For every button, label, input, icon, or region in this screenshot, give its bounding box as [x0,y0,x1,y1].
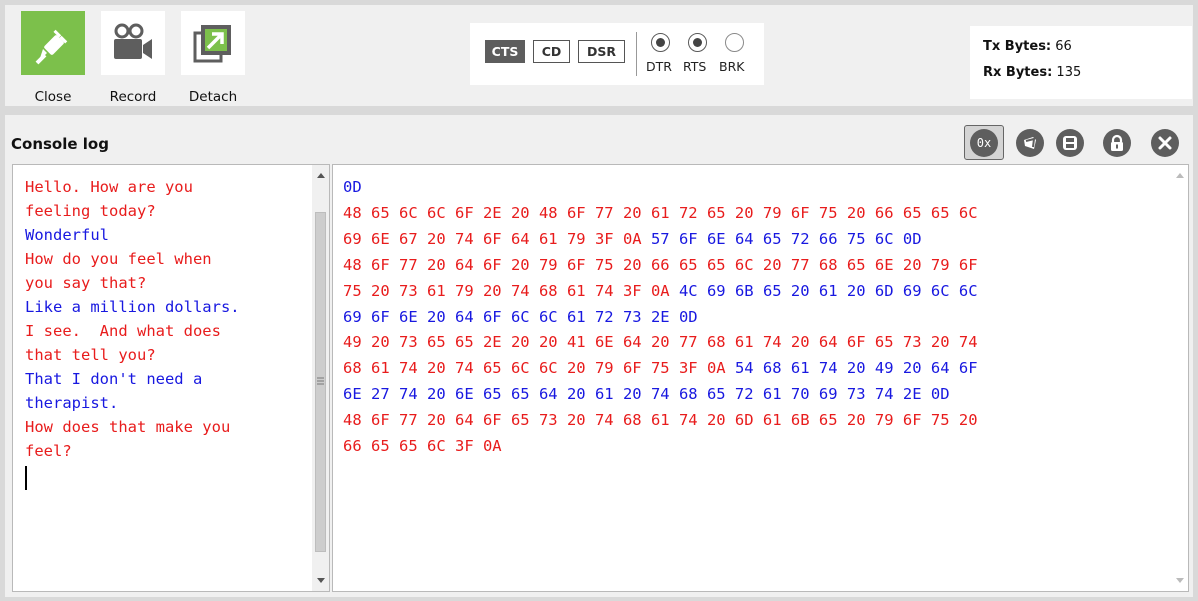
hex-segment: 66 65 65 6C 3F 0A [343,437,502,456]
lock-button[interactable] [1103,129,1131,157]
text-cursor [25,466,27,490]
text-line: you say that? [25,274,147,292]
dtr-label: DTR [646,59,672,74]
hex-console-pane[interactable]: 0D 48 65 6C 6C 6F 2E 20 48 6F 77 20 61 72… [332,164,1189,592]
hex-scroll-down-arrow-icon[interactable] [1171,572,1188,589]
hex-line: 6E 27 74 20 6E 65 65 64 20 61 20 74 68 6… [343,382,1163,408]
tx-bytes-label: Tx Bytes: [983,39,1052,54]
close-console-button[interactable] [1151,129,1179,157]
hex-segment: 68 61 74 20 74 65 6C 6C 20 79 6F 75 3F 0… [343,359,735,378]
hex-segment: 6E 27 74 20 6E 65 65 64 20 61 20 74 68 6… [343,385,950,404]
camera-icon [101,11,165,75]
text-line: How does that make you [25,418,231,436]
rts-label: RTS [683,59,707,74]
hex-line: 69 6E 67 20 74 6F 64 61 79 3F 0A 57 6F 6… [343,227,1163,253]
tx-bytes-row: Tx Bytes: 66 [983,34,1192,60]
hex-icon: 0x [970,128,998,157]
text-console-pane[interactable]: Hello. How are you feeling today? Wonderfu… [12,164,330,592]
clear-icon [1024,137,1036,149]
tx-bytes-value: 66 [1055,39,1072,54]
save-icon [1063,136,1077,150]
text-line: How do you feel when [25,250,212,268]
text-line: feel? [25,442,72,460]
brk-label: BRK [719,59,745,74]
hex-line: 48 6F 77 20 64 6F 65 73 20 74 68 61 74 2… [343,408,1163,434]
rts-toggle[interactable] [688,33,707,52]
scroll-up-arrow-icon[interactable] [312,167,329,184]
hex-segment: 48 6F 77 20 64 6F 65 73 20 74 68 61 74 2… [343,411,978,430]
scroll-thumb[interactable] [315,212,326,552]
console-title: Console log [11,135,109,153]
text-log: Hello. How are you feeling today? Wonderfu… [25,175,305,463]
text-line: therapist. [25,394,119,412]
divider [636,32,637,76]
rx-bytes-label: Rx Bytes: [983,65,1053,80]
lock-icon [1111,134,1123,151]
hex-segment: 4C 69 6B 65 20 61 20 6D 69 6C 6C [678,281,978,300]
detach-button[interactable]: Detach [181,11,245,105]
hex-scrollbar[interactable] [1171,165,1188,591]
text-line: I see. And what does [25,322,221,340]
detach-icon [181,11,245,75]
cd-indicator: CD [533,40,570,63]
text-line: That I don't need a [25,370,203,388]
hex-segment: 75 20 73 61 79 20 74 68 61 74 3F 0A [343,281,679,300]
text-line: that tell you? [25,346,156,364]
rx-bytes-row: Rx Bytes: 135 [983,60,1192,86]
clear-button[interactable] [1016,129,1044,157]
line-status-panel: CTS CD DSR DTR RTS BRK [470,23,764,85]
hex-toggle-button[interactable]: 0x [964,125,1004,160]
hex-segment: 49 20 73 65 65 2E 20 20 41 6E 64 20 77 6… [343,333,978,352]
hex-line: 48 6F 77 20 64 6F 20 79 6F 75 20 66 65 6… [343,253,1163,279]
brk-toggle[interactable] [725,33,744,52]
hex-line: 68 61 74 20 74 65 6C 6C 20 79 6F 75 3F 0… [343,356,1163,382]
text-line: Hello. How are you [25,178,193,196]
hex-line: 75 20 73 61 79 20 74 68 61 74 3F 0A 4C 6… [343,279,1163,305]
text-scrollbar[interactable] [312,165,329,591]
record-button[interactable]: Record [101,11,165,105]
console-panel: Console log 0x Hello. How are you feeling… [5,115,1193,597]
text-line: feeling today? [25,202,156,220]
detach-label: Detach [188,89,238,105]
hex-log: 0D 48 65 6C 6C 6F 2E 20 48 6F 77 20 61 72… [343,175,1163,460]
close-icon [1158,136,1172,150]
hex-line: 0D [343,175,1163,201]
hex-line: 66 65 65 6C 3F 0A [343,434,1163,460]
dsr-indicator: DSR [578,40,625,63]
save-button[interactable] [1056,129,1084,157]
hex-segment: 57 6F 6E 64 65 72 66 75 6C 0D [650,229,922,248]
toolbar: Close Record Detach CTS CD DSR DTR RTS B… [5,5,1193,106]
rx-bytes-value: 135 [1056,65,1082,80]
dtr-toggle[interactable] [651,33,670,52]
text-line: Like a million dollars. [25,298,240,316]
hex-segment: 48 6F 77 20 64 6F 20 79 6F 75 20 66 65 6… [343,255,978,274]
text-line: Wonderful [25,226,109,244]
hex-scroll-up-arrow-icon[interactable] [1171,167,1188,184]
hex-line: 49 20 73 65 65 2E 20 20 41 6E 64 20 77 6… [343,330,1163,356]
hex-segment: 0D [343,178,362,196]
hex-line: 69 6F 6E 20 64 6F 6C 6C 61 72 73 2E 0D [343,305,1163,331]
cts-indicator: CTS [485,40,525,63]
record-label: Record [109,89,157,105]
hex-line: 48 65 6C 6C 6F 2E 20 48 6F 77 20 61 72 6… [343,201,1163,227]
byte-counters: Tx Bytes: 66 Rx Bytes: 135 [970,26,1192,99]
plug-icon [21,11,85,75]
hex-segment: 69 6E 67 20 74 6F 64 61 79 3F 0A [343,229,651,248]
hex-segment: 54 68 61 74 20 49 20 64 6F [734,359,978,378]
hex-segment: 48 65 6C 6C 6F 2E 20 48 6F 77 20 61 72 6… [343,203,978,222]
close-label: Close [34,89,72,105]
close-button[interactable]: Close [21,11,85,105]
hex-segment: 69 6F 6E 20 64 6F 6C 6C 61 72 73 2E 0D [343,307,698,326]
scroll-down-arrow-icon[interactable] [312,572,329,589]
